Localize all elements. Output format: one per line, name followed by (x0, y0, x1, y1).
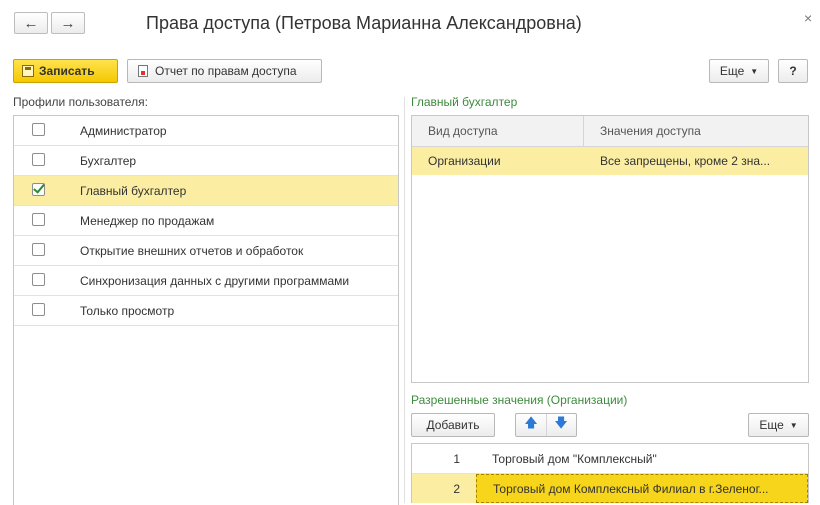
splitter[interactable] (404, 97, 405, 503)
list-item[interactable]: Бухгалтер (14, 146, 398, 176)
table-header: Вид доступа Значения доступа (412, 116, 808, 147)
list-item-selected[interactable]: Главный бухгалтер (14, 176, 398, 206)
list-item[interactable]: Менеджер по продажам (14, 206, 398, 236)
allowed-more-button[interactable]: Еще ▼ (748, 413, 809, 437)
more-button-label: Еще (719, 64, 745, 78)
move-buttons-group: 🡅 🡇 (515, 413, 577, 437)
help-button[interactable]: ? (778, 59, 808, 83)
cell-name: Торговый дом "Комплексный" (492, 451, 657, 466)
help-button-label: ? (789, 64, 797, 78)
list-item[interactable]: Открытие внешних отчетов и обработок (14, 236, 398, 266)
list-item-label: Администратор (80, 123, 167, 138)
arrow-down-icon[interactable]: 🡇 (551, 414, 571, 436)
list-item-label: Синхронизация данных с другими программа… (80, 273, 350, 288)
access-report-label: Отчет по правам доступа (155, 64, 297, 78)
arrow-left-icon: ← (23, 14, 39, 32)
save-button[interactable]: Записать (13, 59, 118, 83)
cell-number: 1 (453, 451, 460, 466)
checkbox[interactable] (32, 243, 45, 256)
list-item-label: Менеджер по продажам (80, 213, 215, 228)
checkbox[interactable] (32, 213, 45, 226)
checkbox[interactable] (32, 273, 45, 286)
profiles-heading: Профили пользователя: (13, 95, 148, 109)
column-header-kind[interactable]: Вид доступа (412, 116, 584, 146)
window-title: Права доступа (Петрова Марианна Александ… (146, 13, 582, 33)
close-icon[interactable]: × (804, 10, 812, 26)
allowed-more-label: Еще (759, 418, 784, 432)
forward-button[interactable]: → (51, 12, 85, 34)
checkbox[interactable] (32, 153, 45, 166)
arrow-up-icon[interactable]: 🡅 (521, 414, 541, 436)
column-header-values[interactable]: Значения доступа (584, 116, 808, 146)
more-button[interactable]: Еще ▼ (709, 59, 769, 83)
report-icon (138, 65, 148, 77)
dropdown-caret-icon: ▼ (750, 66, 759, 76)
access-table: Вид доступа Значения доступа Организации… (411, 115, 809, 383)
access-heading: Главный бухгалтер (411, 95, 518, 109)
checkbox-checked[interactable] (32, 183, 45, 196)
back-button[interactable]: ← (14, 12, 48, 34)
add-button[interactable]: Добавить (411, 413, 495, 437)
cell-kind: Организации (428, 154, 501, 168)
dropdown-caret-icon: ▼ (789, 420, 798, 430)
arrow-right-icon: → (60, 14, 76, 32)
floppy-disk-icon (22, 65, 34, 77)
list-item-label: Бухгалтер (80, 153, 137, 168)
allowed-table: 1 Торговый дом "Комплексный" 2 Торговый … (411, 443, 809, 503)
table-row[interactable]: Организации Все запрещены, кроме 2 зна..… (412, 147, 808, 175)
divider (545, 414, 547, 436)
cell-number: 2 (453, 481, 460, 496)
allowed-heading: Разрешенные значения (Организации) (411, 393, 628, 407)
save-button-label: Записать (39, 64, 95, 78)
cell-values: Все запрещены, кроме 2 зна... (600, 154, 771, 168)
list-item-label: Главный бухгалтер (80, 183, 187, 198)
table-row-selected[interactable]: 2 Торговый дом Комплексный Филиал в г.Зе… (412, 474, 808, 503)
checkbox[interactable] (32, 303, 45, 316)
profiles-list: Администратор Бухгалтер Главный бухгалте… (13, 115, 399, 505)
add-button-label: Добавить (426, 418, 480, 432)
cell-name: Торговый дом Комплексный Филиал в г.Зеле… (476, 474, 808, 503)
table-row[interactable]: 1 Торговый дом "Комплексный" (412, 444, 808, 474)
list-item[interactable]: Синхронизация данных с другими программа… (14, 266, 398, 296)
list-item-label: Открытие внешних отчетов и обработок (80, 243, 304, 258)
list-item-label: Только просмотр (80, 303, 175, 318)
list-item[interactable]: Только просмотр (14, 296, 398, 326)
list-item[interactable]: Администратор (14, 116, 398, 146)
access-report-button[interactable]: Отчет по правам доступа (127, 59, 322, 83)
checkbox[interactable] (32, 123, 45, 136)
